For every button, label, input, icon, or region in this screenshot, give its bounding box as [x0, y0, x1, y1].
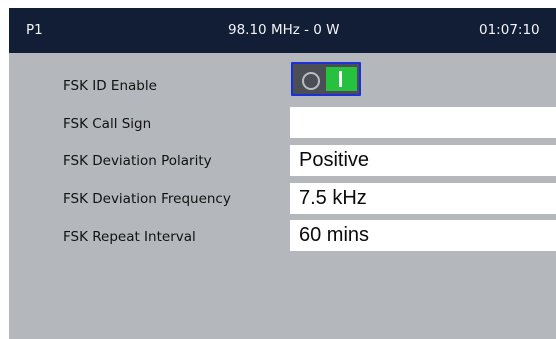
fsk-deviation-frequency-field[interactable]: 7.5 kHz	[290, 183, 556, 214]
status-header: P1 98.10 MHz - 0 W 01:07:10	[9, 8, 556, 53]
fsk-repeat-interval-label: FSK Repeat Interval	[63, 229, 196, 245]
fsk-id-enable-toggle[interactable]	[291, 62, 361, 96]
preset-indicator: P1	[26, 22, 43, 38]
transmitter-screen: P1 98.10 MHz - 0 W 01:07:10 FSK ID Enabl…	[9, 8, 556, 339]
fsk-call-sign-label: FSK Call Sign	[63, 116, 152, 132]
fsk-call-sign-field[interactable]	[290, 107, 556, 138]
clock: 01:07:10	[479, 22, 540, 38]
toggle-on-indicator	[326, 67, 357, 91]
fsk-deviation-polarity-field[interactable]: Positive	[290, 145, 556, 176]
fsk-repeat-interval-field[interactable]: 60 mins	[290, 220, 556, 251]
bar-icon	[339, 71, 342, 87]
fsk-deviation-polarity-label: FSK Deviation Polarity	[63, 153, 212, 169]
circle-icon	[302, 72, 320, 90]
frequency-power-readout: 98.10 MHz - 0 W	[228, 22, 340, 38]
fsk-deviation-frequency-label: FSK Deviation Frequency	[63, 191, 231, 207]
fsk-id-enable-label: FSK ID Enable	[63, 78, 157, 94]
